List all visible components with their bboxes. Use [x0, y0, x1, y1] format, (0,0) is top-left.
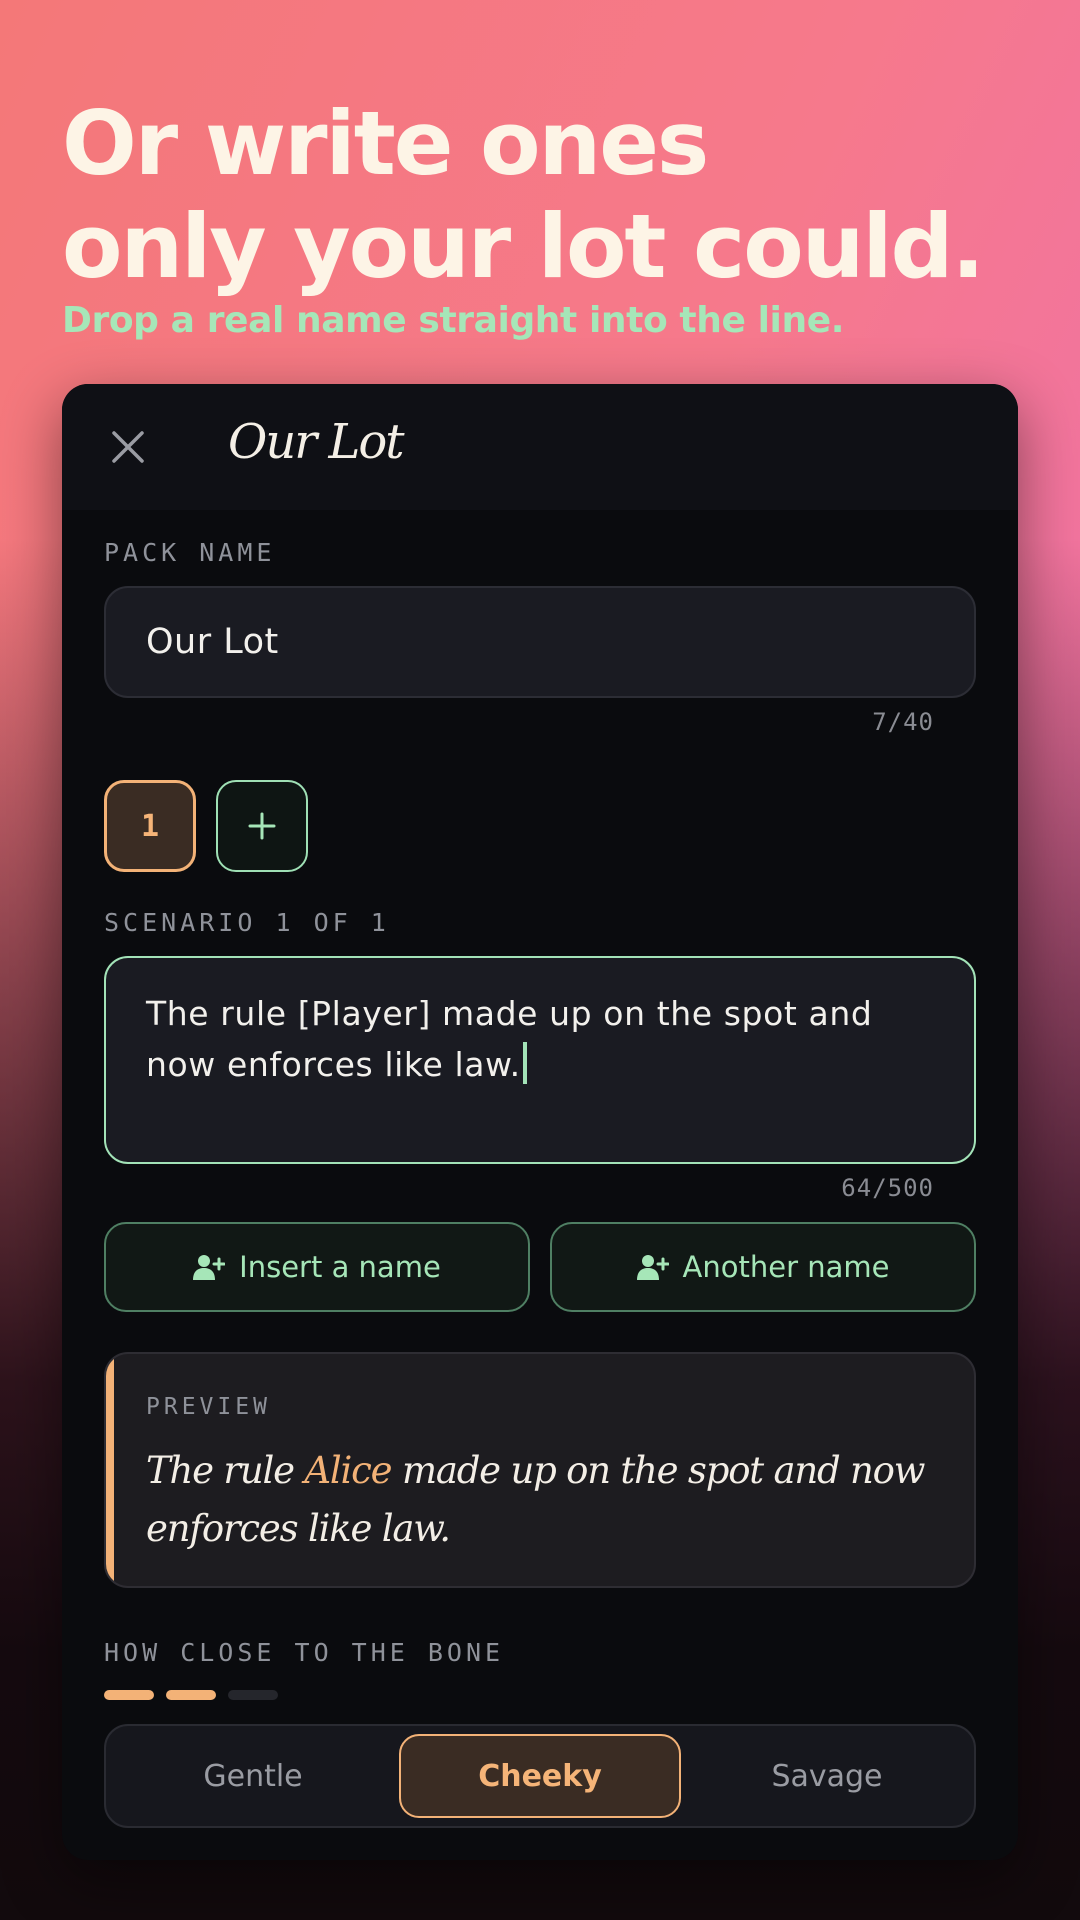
intensity-selector: Gentle Cheeky Savage	[104, 1724, 976, 1828]
close-button[interactable]	[104, 423, 152, 471]
plus-icon	[248, 812, 276, 840]
editor-title: Our Lot	[228, 414, 405, 470]
preview-label: PREVIEW	[146, 1394, 271, 1420]
person-add-icon	[636, 1255, 669, 1280]
editor-header: Our Lot	[62, 384, 1018, 510]
hero-title-line-1: Or write ones	[62, 92, 709, 195]
pack-name-input[interactable]: Our Lot	[104, 586, 976, 698]
preview-player-name: Alice	[304, 1449, 392, 1492]
another-name-label: Another name	[682, 1250, 890, 1284]
hero-title-line-2: only your lot could.	[62, 195, 985, 298]
intensity-option-label: Gentle	[203, 1758, 303, 1794]
preview-accent-bar	[106, 1354, 114, 1586]
pack-name-label: PACK NAME	[104, 538, 276, 567]
intensity-option-gentle[interactable]: Gentle	[112, 1734, 394, 1818]
scenario-textarea[interactable]: The rule [Player] made up on the spot an…	[104, 956, 976, 1164]
add-scenario-button[interactable]	[216, 780, 308, 872]
hero-title: Or write ones only your lot could.	[62, 92, 985, 298]
scenario-chip-1[interactable]: 1	[104, 780, 196, 872]
pack-name-value: Our Lot	[146, 622, 279, 662]
intensity-level-3	[228, 1690, 278, 1700]
hero-subtitle: Drop a real name straight into the line.	[62, 300, 845, 341]
intensity-option-cheeky[interactable]: Cheeky	[399, 1734, 681, 1818]
preview-text-before: The rule	[146, 1449, 305, 1492]
intensity-option-label: Cheeky	[478, 1758, 602, 1794]
intensity-label: HOW CLOSE TO THE BONE	[104, 1638, 505, 1667]
text-caret	[522, 1042, 527, 1084]
pack-name-counter: 7/40	[872, 708, 934, 736]
insert-name-button[interactable]: Insert a name	[104, 1222, 530, 1312]
close-icon	[112, 431, 144, 463]
intensity-level-2	[166, 1690, 216, 1700]
scenario-chip-label: 1	[140, 808, 160, 844]
pack-editor-card: Our Lot PACK NAME Our Lot 7/40 1 SCENARI…	[62, 384, 1018, 1860]
scenario-label: SCENARIO 1 OF 1	[104, 908, 390, 937]
preview-panel: PREVIEW The rule Alice made up on the sp…	[104, 1352, 976, 1588]
scenario-text: The rule [Player] made up on the spot an…	[146, 994, 873, 1084]
intensity-option-savage[interactable]: Savage	[686, 1734, 968, 1818]
another-name-button[interactable]: Another name	[550, 1222, 976, 1312]
scenario-counter: 64/500	[841, 1174, 934, 1202]
intensity-option-label: Savage	[771, 1758, 883, 1794]
intensity-level-1	[104, 1690, 154, 1700]
person-add-icon	[193, 1255, 226, 1280]
insert-name-label: Insert a name	[239, 1250, 441, 1284]
preview-text: The rule Alice made up on the spot and n…	[146, 1442, 946, 1558]
